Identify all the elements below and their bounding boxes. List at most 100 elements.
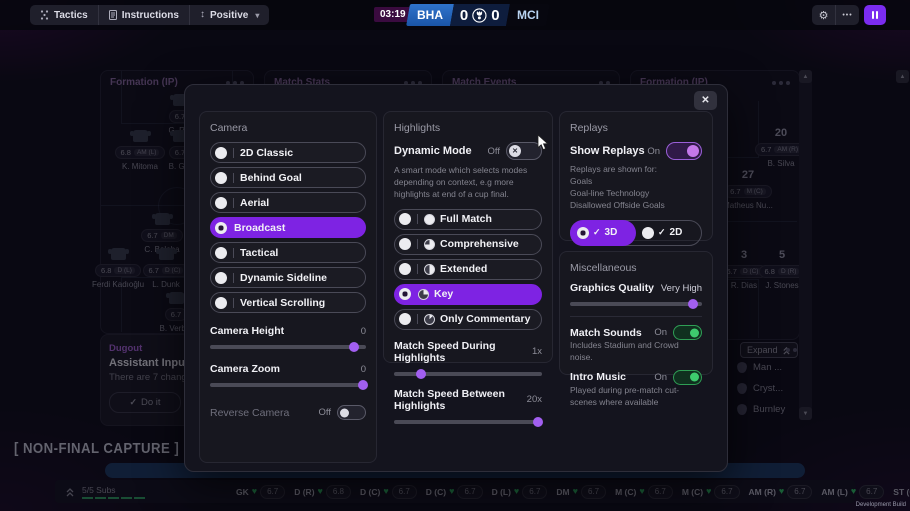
radio-icon [577, 227, 589, 239]
camera-option-tactical[interactable]: Tactical [210, 242, 366, 263]
radio-icon [399, 288, 411, 300]
mouse-cursor [537, 134, 549, 151]
close-button[interactable]: ✕ [694, 91, 717, 110]
highlight-option-full-match[interactable]: Full Match [394, 209, 542, 230]
scoreboard: BHA 0 0 MCI [406, 4, 550, 26]
speed-between-label: Match Speed Between Highlights [394, 388, 527, 412]
highlight-option-key[interactable]: Key [394, 284, 542, 305]
reverse-camera-toggle[interactable] [337, 405, 366, 420]
tactics-button[interactable]: Tactics [30, 5, 98, 25]
pie-half-icon [424, 264, 435, 275]
home-goals: 0 [460, 7, 468, 24]
option-label: Behind Goal [240, 172, 302, 184]
pause-icon [872, 11, 874, 19]
replays-section-title: Replays [570, 122, 702, 134]
intro-music-toggle[interactable] [673, 370, 702, 385]
replay-mode-2d[interactable]: ✓ 2D [635, 221, 701, 245]
option-label: 2D Classic [240, 147, 293, 159]
camera-option-2d-classic[interactable]: 2D Classic [210, 142, 366, 163]
option-label: Only Commentary [440, 313, 530, 325]
divider [233, 148, 234, 158]
camera-option-broadcast[interactable]: Broadcast [210, 217, 366, 238]
close-icon: ✕ [701, 95, 709, 106]
match-sounds-toggle[interactable] [673, 325, 702, 340]
speed-during-slider[interactable] [394, 372, 542, 376]
pie-sliver-icon [424, 314, 435, 325]
away-goals: 0 [491, 7, 499, 24]
graphics-quality-label: Graphics Quality [570, 282, 654, 294]
check-icon: ✓ [593, 227, 601, 238]
toggle-knob: ✕ [509, 145, 521, 157]
replay-mode-3d[interactable]: ✓ 3D [570, 220, 636, 246]
toggle-knob [690, 328, 699, 337]
divider [417, 239, 418, 249]
top-menu-group: Tactics Instructions ↕ Positive ▾ [30, 5, 269, 25]
radio-icon [215, 197, 227, 209]
intro-music-description: Played during pre-match cut-scenes where… [570, 385, 702, 409]
settings-button[interactable]: ⚙ [812, 5, 835, 25]
radio-icon [215, 272, 227, 284]
camera-option-aerial[interactable]: Aerial [210, 192, 366, 213]
pause-button[interactable] [864, 5, 886, 25]
dynamic-mode-label: Dynamic Mode [394, 145, 472, 157]
camera-option-vertical-scrolling[interactable]: Vertical Scrolling [210, 292, 366, 313]
match-sounds-description: Includes Stadium and Crowd noise. [570, 340, 702, 364]
replay-mode-segmented: ✓ 3D ✓ 2D [570, 220, 702, 246]
replays-shown-for-intro: Replays are shown for: [570, 164, 702, 176]
match-clock: 03:19 [374, 7, 412, 22]
show-replays-toggle[interactable] [666, 142, 702, 160]
graphics-quality-slider[interactable] [570, 302, 702, 306]
slider-thumb[interactable] [688, 299, 698, 309]
divider [233, 248, 234, 258]
divider [233, 198, 234, 208]
camera-option-behind-goal[interactable]: Behind Goal [210, 167, 366, 188]
option-label: Dynamic Sideline [240, 272, 327, 284]
radio-icon [215, 222, 227, 234]
top-bar: Tactics Instructions ↕ Positive ▾ 03:19 … [0, 0, 910, 30]
radio-icon [399, 238, 411, 250]
speed-between-slider[interactable] [394, 420, 542, 424]
option-label: Vertical Scrolling [240, 297, 325, 309]
radio-icon [399, 313, 411, 325]
instructions-icon [109, 10, 117, 20]
option-label: Broadcast [234, 222, 285, 234]
camera-option-dynamic-sideline[interactable]: Dynamic Sideline [210, 267, 366, 288]
highlight-option-only-commentary[interactable]: Only Commentary [394, 309, 542, 330]
gear-icon: ⚙ [819, 9, 829, 22]
highlight-options: Full Match Comprehensive Extended Key Only C… [394, 209, 542, 330]
pie-full-icon [424, 214, 435, 225]
divider [570, 316, 702, 317]
radio-icon [215, 172, 227, 184]
show-replays-label: Show Replays [570, 145, 645, 157]
slider-thumb[interactable] [358, 380, 368, 390]
slider-thumb[interactable] [533, 417, 543, 427]
top-right-controls: ⚙ ••• [812, 5, 859, 25]
slider-thumb[interactable] [416, 369, 426, 379]
option-label: Full Match [440, 213, 492, 225]
camera-zoom-value: 0 [361, 364, 366, 375]
capture-watermark: [ NON-FINAL CAPTURE ] [14, 440, 179, 457]
radio-icon [215, 297, 227, 309]
mentality-dropdown[interactable]: ↕ Positive ▾ [189, 5, 269, 25]
pie-three-quarter-icon [424, 239, 435, 250]
highlight-option-extended[interactable]: Extended [394, 259, 542, 280]
match-settings-dialog: ✕ Camera 2D Classic Behind Goal Aerial Broa… [184, 84, 728, 472]
camera-section-title: Camera [210, 122, 366, 134]
instructions-button[interactable]: Instructions [98, 5, 189, 25]
camera-height-label: Camera Height [210, 325, 284, 337]
camera-zoom-label: Camera Zoom [210, 363, 280, 375]
replays-shown-for-item: Disallowed Offside Goals [570, 200, 702, 212]
camera-height-slider[interactable] [210, 345, 366, 349]
replays-section: Replays Show Replays On Replays are show… [559, 111, 713, 241]
slider-thumb[interactable] [349, 342, 359, 352]
radio-icon [215, 147, 227, 159]
radio-icon [399, 213, 411, 225]
graphics-quality-value: Very High [661, 283, 702, 294]
camera-zoom-slider[interactable] [210, 383, 366, 387]
home-team-badge: BHA [406, 4, 454, 26]
speed-during-value: 1x [532, 346, 542, 357]
highlight-option-comprehensive[interactable]: Comprehensive [394, 234, 542, 255]
toggle-knob [690, 373, 699, 382]
premier-league-logo [472, 8, 487, 23]
more-options-button[interactable]: ••• [835, 5, 859, 25]
